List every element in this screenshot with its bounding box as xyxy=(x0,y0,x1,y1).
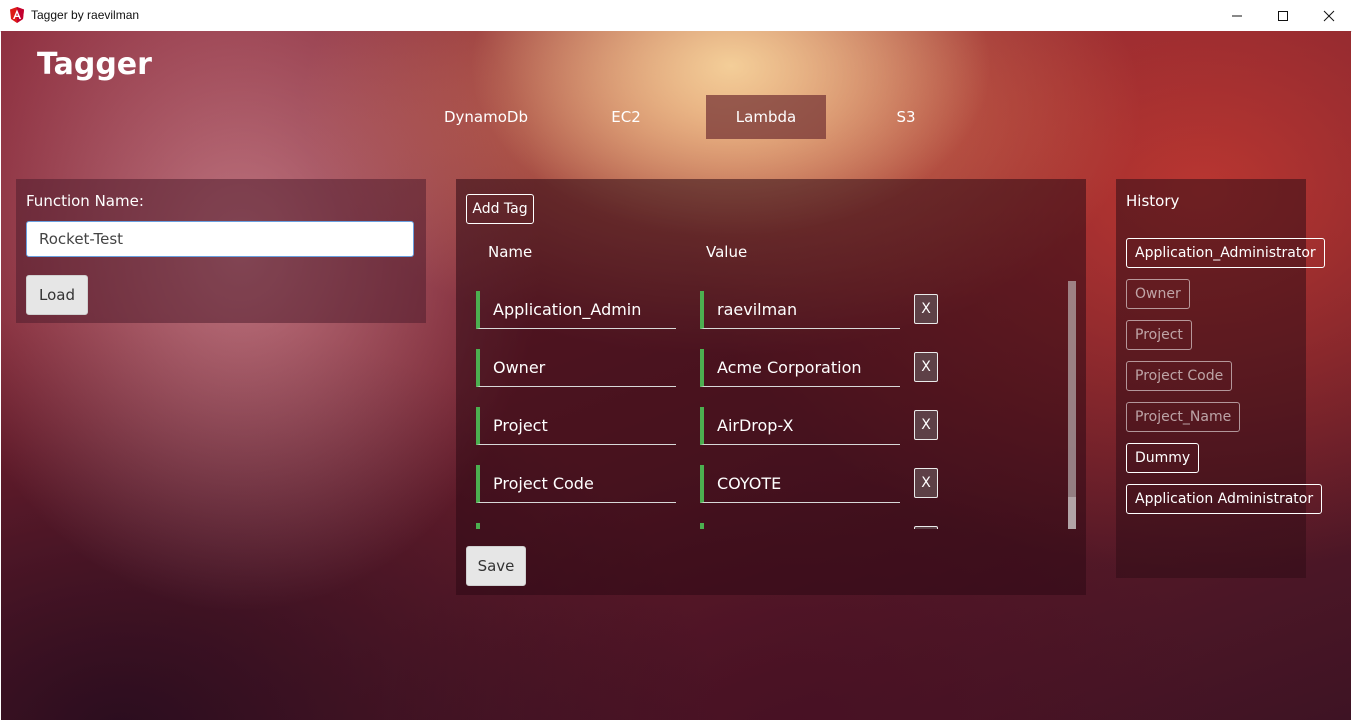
history-title: History xyxy=(1126,192,1180,210)
tag-row: Application_Admin raevilman X xyxy=(476,291,1076,331)
tag-name-input[interactable]: Project xyxy=(476,407,676,445)
history-panel: History Application_Administrator Owner … xyxy=(1116,179,1325,578)
tag-value-input[interactable]: raevilman xyxy=(700,291,900,329)
history-item[interactable]: Application_Administrator xyxy=(1126,238,1325,268)
history-item[interactable]: Project Code xyxy=(1126,361,1233,391)
tag-name-input[interactable]: Application_Admin xyxy=(476,291,676,329)
close-button[interactable] xyxy=(1306,0,1352,31)
window-titlebar: Tagger by raevilman xyxy=(0,0,1352,32)
app-body: Tagger DynamoDb EC2 Lambda S3 Function N… xyxy=(1,31,1351,720)
remove-tag-button[interactable] xyxy=(914,526,938,529)
tag-value-input[interactable]: COYOTE xyxy=(700,465,900,503)
load-button[interactable]: Load xyxy=(26,275,88,315)
remove-tag-button[interactable]: X xyxy=(914,468,938,498)
remove-tag-button[interactable]: X xyxy=(914,352,938,382)
tag-value-input[interactable]: AirDrop-X xyxy=(700,407,900,445)
history-item[interactable]: Project_Name xyxy=(1126,402,1241,432)
function-name-input[interactable]: Rocket-Test xyxy=(26,221,414,257)
tags-list: Application_Admin raevilman X Owner Acme… xyxy=(476,279,1076,529)
add-tag-button[interactable]: Add Tag xyxy=(466,194,534,224)
tag-row xyxy=(476,523,1076,529)
tag-name-input[interactable]: Project Code xyxy=(476,465,676,503)
window-title: Tagger by raevilman xyxy=(31,8,140,22)
tag-value-input[interactable]: Acme Corporation xyxy=(700,349,900,387)
tag-row: Project AirDrop-X X xyxy=(476,407,1076,447)
tab-dynamodb[interactable]: DynamoDb xyxy=(426,95,546,139)
minimize-icon xyxy=(1232,15,1242,16)
tags-panel: Add Tag Name Value Application_Admin rae… xyxy=(456,179,1086,595)
tag-row: Project Code COYOTE X xyxy=(476,465,1076,505)
tab-ec2[interactable]: EC2 xyxy=(566,95,686,139)
remove-tag-button[interactable]: X xyxy=(914,294,938,324)
tab-lambda[interactable]: Lambda xyxy=(706,95,826,139)
tag-row: Owner Acme Corporation X xyxy=(476,349,1076,389)
tag-name-input[interactable] xyxy=(476,523,676,529)
history-item[interactable]: Dummy xyxy=(1126,443,1200,473)
close-icon xyxy=(1323,10,1335,21)
app-title: Tagger xyxy=(37,47,152,82)
remove-tag-button[interactable]: X xyxy=(914,410,938,440)
tag-name-input[interactable]: Owner xyxy=(476,349,676,387)
history-item[interactable]: Owner xyxy=(1126,279,1190,309)
angular-logo-icon xyxy=(10,7,24,23)
save-button[interactable]: Save xyxy=(466,546,526,586)
name-column-header: Name xyxy=(488,243,533,261)
service-tabs: DynamoDb EC2 Lambda S3 xyxy=(1,95,1351,139)
maximize-icon xyxy=(1278,10,1288,21)
history-item[interactable]: Project xyxy=(1126,320,1192,350)
function-panel: Function Name: Rocket-Test Load xyxy=(16,179,426,323)
tag-value-input[interactable] xyxy=(700,523,900,529)
history-item[interactable]: Application Administrator xyxy=(1126,484,1323,514)
maximize-button[interactable] xyxy=(1260,0,1306,31)
function-name-label: Function Name: xyxy=(26,192,144,210)
tags-scrollbar-handle[interactable] xyxy=(1068,497,1076,529)
value-column-header: Value xyxy=(706,243,748,261)
minimize-button[interactable] xyxy=(1214,0,1260,31)
tab-s3[interactable]: S3 xyxy=(846,95,966,139)
tags-scrollbar-thumb[interactable] xyxy=(1068,281,1076,497)
